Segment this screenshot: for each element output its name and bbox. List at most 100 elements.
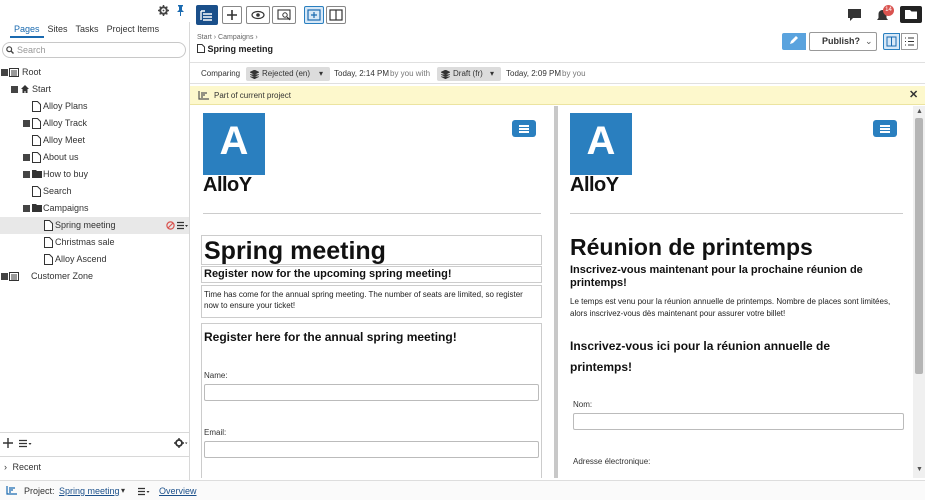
alloy-logo: A [203,113,265,175]
search-input[interactable]: Search [2,42,186,58]
tree-label: Customer Zone [31,271,94,281]
layout-split-button[interactable] [883,33,900,50]
comments-icon[interactable] [848,9,861,21]
heading-block: Spring meeting [201,235,542,265]
scroll-up-icon[interactable]: ▲ [916,108,923,115]
tree-label: Spring meeting [55,220,116,230]
subheading-block: Register now for the upcoming spring mee… [201,266,542,283]
context-menu-icon[interactable] [177,221,188,230]
tree-label: About us [43,152,79,162]
scrollbar-thumb[interactable] [915,118,923,374]
list-menu-icon[interactable] [19,439,32,448]
preview-button[interactable] [246,6,270,24]
divider [570,213,903,214]
name-input[interactable] [573,413,904,430]
expand-icon[interactable] [23,120,30,127]
pin-icon[interactable] [176,4,185,16]
chevron-down-icon: ⌄ [865,36,873,46]
layout-list-button[interactable] [901,33,918,50]
rejected-icon [166,221,175,230]
gear-icon[interactable] [158,5,169,16]
overview-link[interactable]: Overview [159,481,197,501]
project-icon [6,486,17,495]
tree-node-how-to-buy[interactable]: How to buy [0,166,189,183]
tree-node-campaigns[interactable]: Campaigns [0,200,189,217]
tab-project-items[interactable]: Project Items [103,22,164,38]
compare-mode-button[interactable] [304,6,324,24]
tree-node-christmas-sale[interactable]: Christmas sale [0,234,189,251]
tree-node-spring-meeting[interactable]: Spring meeting [0,217,189,234]
left-version-select[interactable]: Rejected (en) ▾ [246,67,330,81]
assets-pane-button[interactable] [900,6,922,23]
tree-node-search[interactable]: Search [0,183,189,200]
chevron-right-icon: › [4,462,7,472]
versions-icon [250,70,259,79]
close-icon[interactable]: ✕ [909,86,918,105]
add-content-button[interactable] [222,6,242,24]
hamburger-menu-icon[interactable] [512,120,536,137]
page-icon [32,135,42,146]
left-version-by: by you with [390,69,431,78]
page-subheading: Register now for the upcoming spring mee… [204,268,452,280]
project-label: Project: [24,486,55,496]
tab-sites[interactable]: Sites [44,22,72,38]
tree-label: Alloy Plans [43,101,88,111]
edit-status-icon[interactable] [782,33,806,50]
preview-pane-english: A AlloY Spring meeting Register now for … [190,106,554,478]
breadcrumb-start[interactable]: Start [197,34,212,41]
breadcrumb-campaigns[interactable]: Campaigns [218,34,253,41]
recent-section[interactable]: › Recent [0,456,190,476]
alloy-logo: A [570,113,632,175]
tree-node-alloy-track[interactable]: Alloy Track [0,115,189,132]
settings-menu-icon[interactable] [174,438,188,448]
form-title: Inscrivez-vous ici pour la réunion annue… [570,339,831,374]
tree-node-about-us[interactable]: About us [0,149,189,166]
tree-node-root[interactable]: Root [0,64,189,81]
logo-letter: A [586,119,616,163]
tree-node-alloy-meet[interactable]: Alloy Meet [0,132,189,149]
expand-icon[interactable] [1,273,8,280]
dropdown-arrow-icon[interactable]: ▾ [121,481,125,501]
collapse-icon[interactable] [11,86,18,93]
collapse-icon[interactable] [1,69,8,76]
collapse-icon[interactable] [23,205,30,212]
side-by-side-button[interactable] [326,6,346,24]
name-input[interactable] [204,384,539,401]
breadcrumb-separator: › [213,34,217,41]
email-input[interactable] [204,441,539,458]
nav-pane-header [0,0,190,22]
dropdown-arrow-icon: ▾ [319,69,324,78]
toggle-navigation-pane-button[interactable] [196,5,218,25]
dropdown-arrow-icon: ▾ [490,69,495,78]
home-icon [20,84,30,95]
intro-block: Time has come for the annual spring meet… [201,285,542,318]
global-toolbar: 14 [190,0,925,30]
recent-label: Recent [12,462,42,472]
nav-pane-footer [0,432,190,456]
scroll-down-icon[interactable]: ▼ [916,466,923,473]
tree-node-alloy-plans[interactable]: Alloy Plans [0,98,189,115]
name-label: Name: [204,371,228,380]
right-version-select[interactable]: Draft (fr) ▾ [437,67,501,81]
project-select[interactable]: Spring meeting [59,481,120,501]
root-icon [9,67,19,78]
publish-button[interactable]: Publish? ⌄ [809,32,877,51]
compare-bar: Comparing Rejected (en) ▾ Today, 2:14 PM… [190,62,925,84]
tree-node-start[interactable]: Start [0,81,189,98]
tree-label: Alloy Track [43,118,88,128]
comparing-label: Comparing [201,69,241,78]
tree-node-customer-zone[interactable]: Customer Zone [0,268,189,285]
expand-icon[interactable] [23,154,30,161]
project-menu-icon[interactable] [138,487,151,496]
add-icon[interactable] [3,438,13,448]
expand-icon[interactable] [23,171,30,178]
view-settings-button[interactable] [272,6,296,24]
tree-node-alloy-ascend[interactable]: Alloy Ascend [0,251,189,268]
email-label: Adresse électronique: [573,457,651,466]
right-version-text: Draft (fr) [453,69,483,78]
vertical-scrollbar[interactable]: ▲ ▼ [913,106,925,478]
page-title: Spring meeting [197,44,273,54]
tab-pages[interactable]: Pages [10,22,44,38]
hamburger-menu-icon[interactable] [873,120,897,137]
tab-tasks[interactable]: Tasks [72,22,103,38]
